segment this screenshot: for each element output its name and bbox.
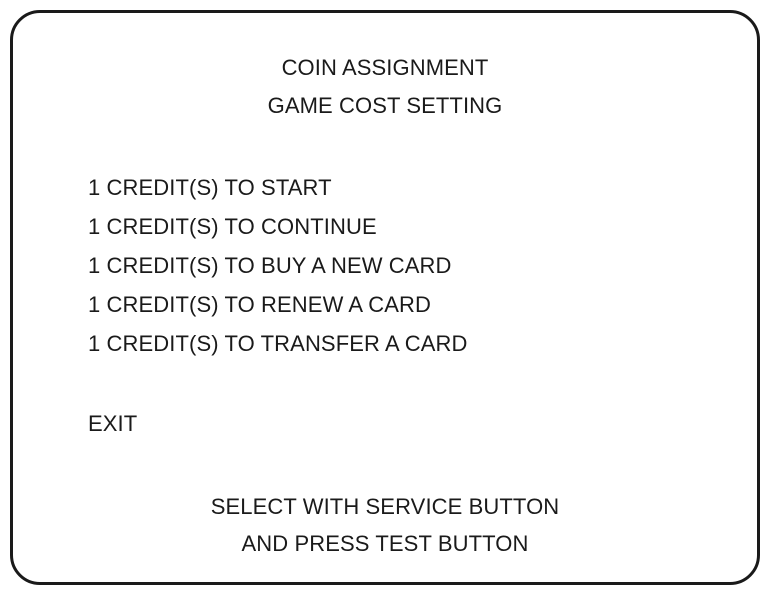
menu-item-start-cost[interactable]: 1 CREDIT(S) TO START	[88, 175, 332, 201]
menu-item-transfer-card-cost[interactable]: 1 CREDIT(S) TO TRANSFER A CARD	[88, 331, 468, 357]
service-menu-screen: COIN ASSIGNMENT GAME COST SETTING 1 CRED…	[10, 10, 760, 585]
menu-item-renew-card-cost[interactable]: 1 CREDIT(S) TO RENEW A CARD	[88, 292, 431, 318]
page-subtitle: GAME COST SETTING	[267, 93, 503, 118]
menu-item-exit[interactable]: EXIT	[88, 411, 137, 437]
instruction-line-1: SELECT WITH SERVICE BUTTON	[210, 494, 560, 519]
page-title: COIN ASSIGNMENT	[281, 55, 489, 80]
menu-item-new-card-cost[interactable]: 1 CREDIT(S) TO BUY A NEW CARD	[88, 253, 452, 279]
instruction-line-2: AND PRESS TEST BUTTON	[241, 531, 529, 556]
menu-item-continue-cost[interactable]: 1 CREDIT(S) TO CONTINUE	[88, 214, 377, 240]
